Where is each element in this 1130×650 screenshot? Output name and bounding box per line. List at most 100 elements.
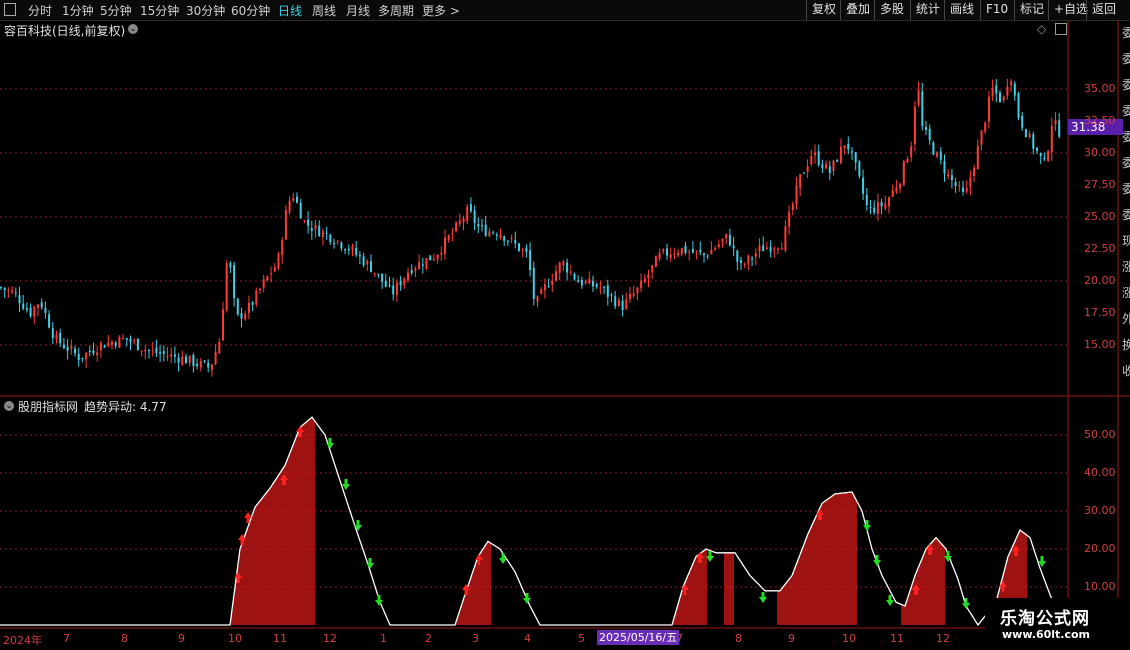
candle-body [277, 254, 280, 268]
sell-arrow-icon [759, 592, 767, 603]
candle-body [899, 183, 902, 189]
price-axis-label: 15.00 [1084, 338, 1116, 351]
chevron-down-icon[interactable]: ⌄ [128, 24, 138, 34]
candle-body [310, 228, 313, 231]
candle-body [747, 255, 750, 264]
candle-body [802, 172, 805, 174]
candle-body [765, 247, 768, 249]
candle-body [344, 249, 347, 251]
candle-body [617, 299, 620, 306]
candle-body [196, 363, 199, 366]
candle-body [913, 106, 916, 145]
candle-body [144, 349, 147, 352]
candle-body [825, 163, 828, 169]
candle-body [185, 356, 187, 364]
candle-body [1013, 83, 1016, 96]
candle-body [525, 247, 528, 252]
candle-body [832, 160, 835, 172]
candle-body [710, 249, 713, 255]
sell-arrow-icon [366, 558, 374, 569]
candle-body [558, 262, 561, 273]
candle-body [88, 351, 91, 352]
candle-body [677, 252, 680, 256]
candle-body [432, 259, 435, 261]
buy-arrow-icon [1012, 545, 1020, 556]
candle-body [444, 237, 446, 254]
candle-body [395, 282, 398, 295]
chevron-down-icon[interactable]: ⌄ [4, 401, 14, 411]
sell-arrow-icon [962, 598, 970, 609]
candle-body [173, 354, 176, 357]
candle-body [466, 206, 469, 222]
candle-body [307, 219, 310, 226]
candle-body [514, 239, 517, 244]
candle-body [939, 151, 942, 160]
x-axis-label: 11 [273, 632, 287, 645]
candle-body [636, 287, 639, 294]
x-axis-label: 1 [380, 632, 387, 645]
chart-canvas[interactable] [0, 0, 1130, 650]
candle-body [210, 364, 213, 370]
candle-body [991, 87, 994, 97]
candle-body [577, 280, 580, 283]
layout-icon[interactable] [1055, 23, 1067, 35]
x-axis-label: 11 [890, 632, 904, 645]
candle-body [921, 91, 924, 127]
x-axis-label: 2024年 [3, 634, 42, 647]
candle-body [329, 234, 332, 242]
candle-body [488, 231, 491, 237]
candle-body [532, 268, 535, 299]
side-panel-glyph: 委 [1122, 78, 1130, 92]
candle-body [917, 90, 920, 105]
candle-body [192, 355, 195, 366]
candle-body [843, 145, 846, 149]
candle-body [777, 248, 779, 250]
sell-arrow-icon [354, 520, 362, 531]
candle-body [355, 248, 358, 255]
candle-body [92, 350, 95, 354]
candle-body [281, 240, 284, 255]
candle-body [262, 279, 265, 288]
candle-body [495, 234, 498, 236]
candle-body [999, 92, 1001, 102]
candle-body [969, 177, 972, 188]
candle-body [236, 298, 239, 315]
candle-body [436, 254, 439, 260]
side-panel-glyph: 换 [1122, 338, 1130, 352]
indicator-axis-label: 50.00 [1084, 428, 1116, 441]
candle-body [717, 244, 720, 248]
candle-body [925, 127, 927, 131]
candle-body [384, 280, 387, 287]
side-panel-glyph: 现 [1122, 234, 1130, 248]
candle-body [621, 300, 624, 311]
candle-body [403, 278, 406, 285]
candle-body [240, 313, 243, 319]
candle-body [943, 161, 946, 174]
candle-body [1010, 81, 1013, 85]
candle-body [244, 313, 247, 320]
candle-body [795, 185, 798, 205]
candle-body [828, 166, 831, 173]
candle-body [118, 336, 121, 348]
candle-body [418, 262, 421, 269]
x-axis-label: 8 [735, 632, 742, 645]
candle-body [1021, 115, 1024, 128]
candle-body [447, 235, 450, 240]
candle-body [847, 143, 850, 150]
candle-body [166, 355, 169, 357]
candle-body [1054, 120, 1057, 125]
candle-body [451, 233, 454, 235]
side-panel-glyph: 委 [1122, 208, 1130, 222]
candle-body [632, 293, 635, 296]
candle-body [255, 290, 258, 305]
candle-body [691, 249, 694, 253]
candle-body [59, 332, 62, 344]
indicator-axis-label: 30.00 [1084, 504, 1116, 517]
candle-body [484, 224, 487, 236]
price-axis-label: 27.50 [1084, 178, 1116, 191]
candle-body [3, 287, 6, 291]
candle-body [595, 284, 598, 288]
candle-body [99, 342, 102, 351]
diamond-icon[interactable]: ◇ [1037, 22, 1046, 36]
candle-body [1017, 93, 1020, 118]
